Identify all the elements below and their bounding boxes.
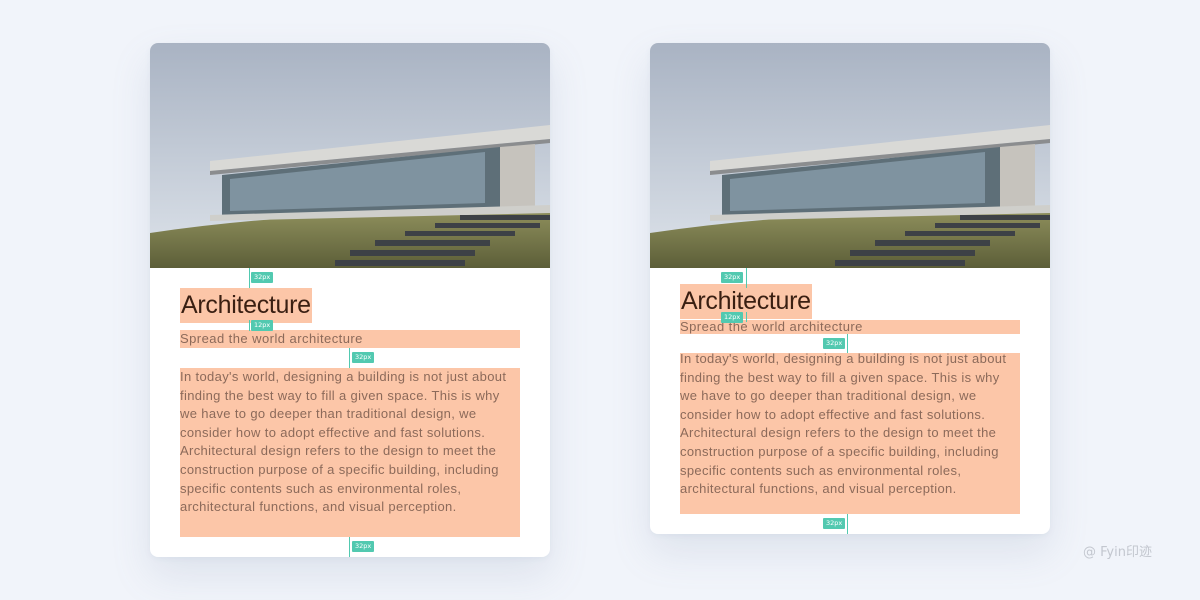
spacing-label: 32px [352,352,375,363]
spacing-label: 32px [823,338,846,349]
spacing-guide-line [746,268,747,288]
spacing-label: 32px [251,272,274,283]
spacing-label: 12px [721,312,744,323]
spacing-guide-line [349,348,350,368]
spacing-guide-line [249,268,250,288]
architecture-card-right: Architecture Spread the world architectu… [650,43,1050,534]
card-title: Architecture [180,288,312,323]
spacing-label: 32px [352,541,375,552]
architecture-card-left: Architecture Spread the world architectu… [150,43,550,557]
spacing-label: 32px [721,272,744,283]
house-photo [150,43,550,268]
spacing-guide-line [847,334,848,353]
spacing-guide-line [249,320,250,331]
spacing-guide-line [746,312,747,322]
spacing-guide-line [847,514,848,534]
watermark: @ Fyin印迹 [1083,545,1152,560]
body-paragraph: Architectural design refers to the desig… [180,443,499,515]
body-paragraph: Architectural design refers to the desig… [680,425,999,497]
body-paragraph: In today's world, designing a building i… [680,351,1007,422]
card-subtitle: Spread the world architecture [180,331,363,346]
spacing-label: 12px [251,320,274,331]
spacing-label: 32px [823,518,846,529]
card-body: In today's world, designing a building i… [680,350,1020,499]
card-subtitle: Spread the world architecture [680,319,863,334]
body-paragraph: In today's world, designing a building i… [180,369,507,440]
spacing-guide-line [349,537,350,557]
card-body: In today's world, designing a building i… [180,368,520,517]
house-photo [650,43,1050,268]
